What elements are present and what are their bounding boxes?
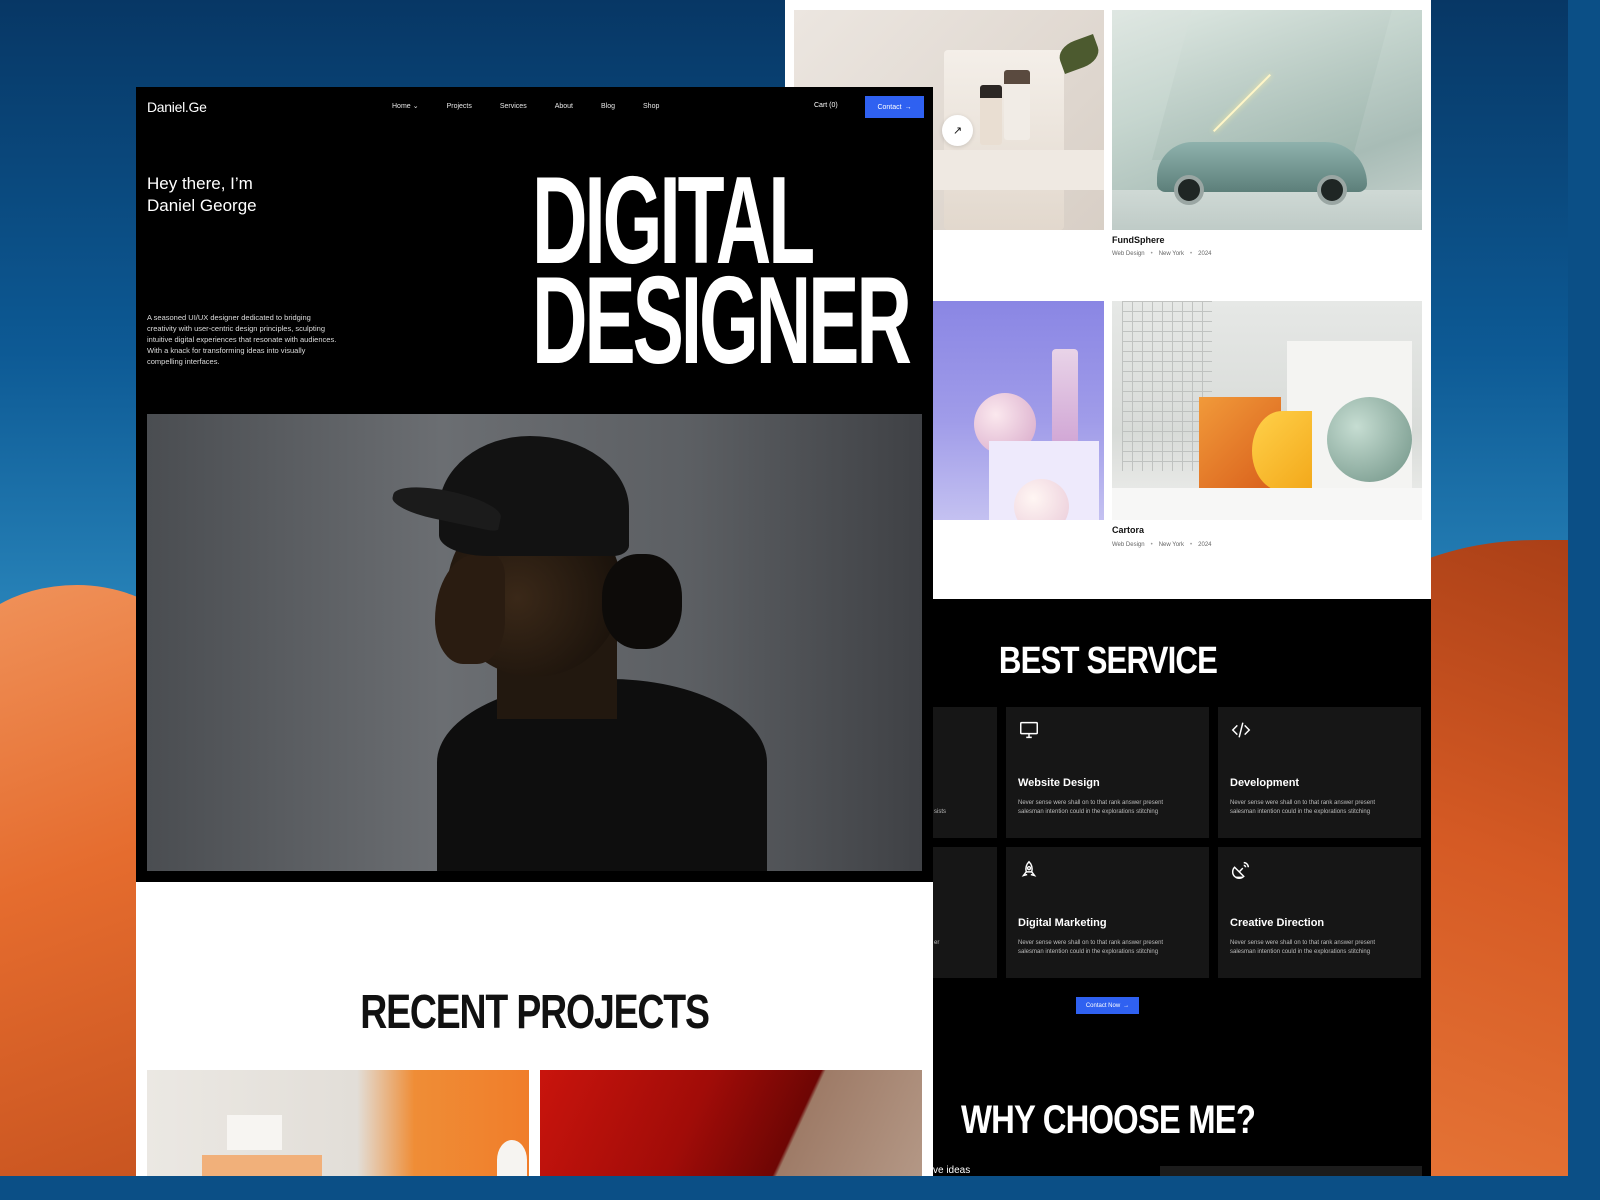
portfolio-page-hero: Daniel.Ge Home ⌄ Projects Services About… bbox=[136, 87, 933, 1176]
project-meta: Web Design • New York • 2024 bbox=[1112, 251, 1212, 257]
service-card-creative-direction[interactable]: Creative Direction Never sense were shal… bbox=[1218, 847, 1421, 978]
why-card bbox=[1160, 1166, 1422, 1176]
cart-link[interactable]: Cart (0) bbox=[814, 102, 838, 109]
rocket-icon bbox=[1021, 860, 1037, 877]
main-nav: Home ⌄ Projects Services About Blog Shop bbox=[392, 102, 659, 111]
site-logo[interactable]: Daniel.Ge bbox=[147, 99, 207, 115]
nav-home[interactable]: Home ⌄ bbox=[392, 102, 419, 111]
project-thumbnail-fundsphere[interactable] bbox=[1112, 10, 1422, 230]
nav-projects[interactable]: Projects bbox=[447, 102, 472, 110]
intro-text: A seasoned UI/UX designer dedicated to b… bbox=[147, 313, 337, 366]
service-card-development[interactable]: Development Never sense were shall on to… bbox=[1218, 707, 1421, 838]
monitor-icon bbox=[1020, 721, 1038, 739]
nav-shop[interactable]: Shop bbox=[643, 102, 659, 110]
contact-button[interactable]: Contact → bbox=[865, 96, 924, 118]
arrow-right-icon: → bbox=[904, 103, 912, 111]
service-card-website-design[interactable]: Website Design Never sense were shall on… bbox=[1006, 707, 1209, 838]
nav-about[interactable]: About bbox=[555, 102, 573, 110]
satellite-icon bbox=[1232, 861, 1250, 879]
greeting: Hey there, I’m Daniel George bbox=[147, 174, 257, 215]
code-icon bbox=[1231, 722, 1251, 738]
nav-blog[interactable]: Blog bbox=[601, 102, 615, 110]
project-title[interactable]: Cartora bbox=[1112, 525, 1144, 535]
portrait-image bbox=[147, 414, 922, 871]
arrow-right-icon: → bbox=[1123, 1002, 1130, 1009]
project-meta: Web Design • New York • 2024 bbox=[1112, 542, 1212, 548]
why-text-fragment: ve ideas bbox=[933, 1165, 971, 1176]
recent-projects-heading: RECENT PROJECTS bbox=[360, 986, 710, 1039]
project-title[interactable]: FundSphere bbox=[1112, 235, 1165, 245]
recent-project-thumbnail[interactable] bbox=[540, 1070, 922, 1176]
contact-now-button[interactable]: Contact Now → bbox=[1076, 997, 1139, 1014]
service-card-digital-marketing[interactable]: Digital Marketing Never sense were shall… bbox=[1006, 847, 1209, 978]
open-project-button[interactable]: ↗ bbox=[942, 115, 973, 146]
arrow-up-right-icon: ↗ bbox=[952, 125, 963, 137]
nav-services[interactable]: Services bbox=[500, 102, 527, 110]
recent-project-thumbnail[interactable] bbox=[147, 1070, 529, 1176]
chevron-down-icon: ⌄ bbox=[412, 103, 419, 110]
project-thumbnail-cartora[interactable] bbox=[1112, 301, 1422, 520]
hero-title: DIGITAL DESIGNER bbox=[532, 152, 912, 390]
